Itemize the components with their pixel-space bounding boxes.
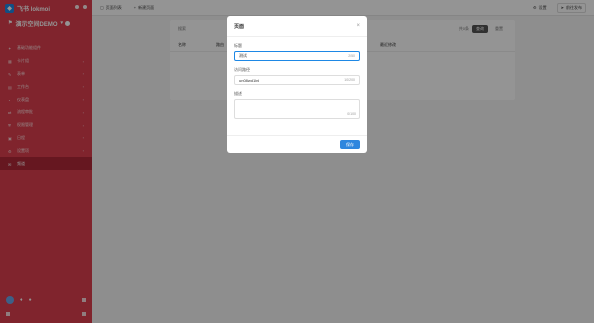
title-label: 标题 — [234, 43, 242, 48]
title-count: 2/50 — [348, 54, 355, 58]
save-button[interactable]: 保存 — [340, 140, 360, 149]
route-value: un08wd1lnl — [239, 77, 260, 83]
page-modal: 页面 × 标题 测试 2/50 访问路径 un08wd1lnl 10/200 描… — [227, 16, 367, 153]
desc-label: 描述 — [234, 91, 242, 96]
desc-textarea[interactable]: 0/100 — [234, 99, 360, 119]
route-label: 访问路径 — [234, 67, 250, 72]
route-count: 10/200 — [344, 78, 355, 82]
close-icon[interactable]: × — [356, 23, 360, 29]
route-input[interactable]: un08wd1lnl 10/200 — [234, 75, 360, 85]
title-value: 测试 — [239, 53, 247, 58]
title-input[interactable]: 测试 2/50 — [234, 51, 360, 61]
modal-title: 页面 — [234, 23, 245, 30]
desc-count: 0/100 — [347, 112, 356, 116]
